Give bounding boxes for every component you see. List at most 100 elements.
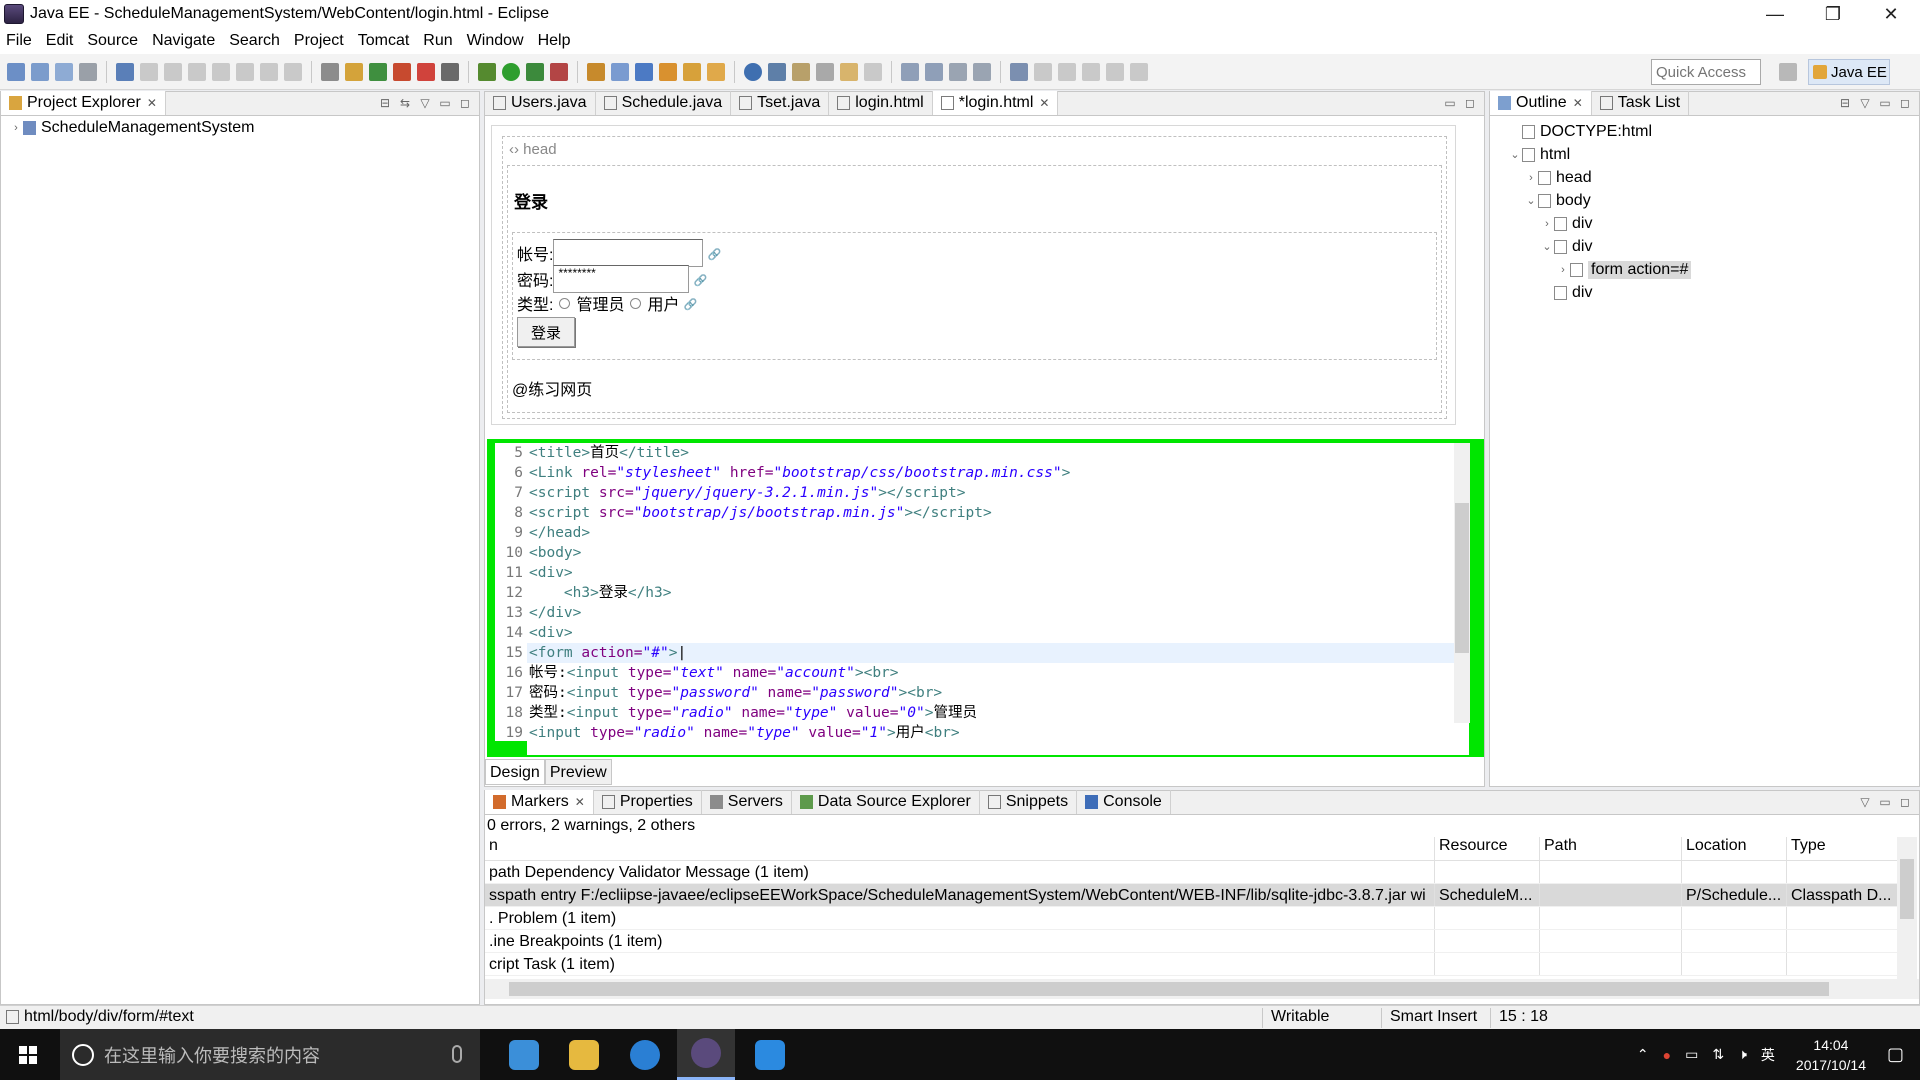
minimize-view-icon[interactable]: ▭ (1877, 96, 1893, 110)
table-row[interactable]: . Problem (1 item) (485, 907, 1897, 930)
markers-vertical-scrollbar[interactable] (1897, 837, 1917, 979)
code-line[interactable]: <h3>登录</h3> (527, 583, 1469, 603)
column-type[interactable]: Type (1787, 837, 1897, 860)
chevron-icon[interactable]: › (1556, 264, 1570, 276)
suspend-icon[interactable] (164, 62, 182, 81)
minimize-view-icon[interactable]: ▭ (1877, 795, 1893, 809)
column-path[interactable]: Path (1540, 837, 1682, 860)
debug-icon[interactable] (478, 62, 496, 81)
tab-servers[interactable]: Servers (702, 790, 792, 814)
open-perspective-icon[interactable] (1779, 63, 1797, 81)
minimize-view-icon[interactable]: ▭ (1442, 96, 1458, 110)
table-row[interactable]: path Dependency Validator Message (1 ite… (485, 861, 1897, 884)
layout-horizontal-icon[interactable] (925, 62, 943, 81)
security-icon[interactable]: ● (1663, 1047, 1671, 1063)
new-icon[interactable] (7, 62, 25, 81)
taskbar-app-store[interactable] (741, 1029, 799, 1080)
outline-node[interactable]: ⌄ div (1490, 235, 1919, 258)
code-line[interactable]: </head> (527, 523, 1469, 543)
search-icon[interactable] (707, 62, 725, 81)
taskbar-app-explorer[interactable] (555, 1029, 613, 1080)
chevron-icon[interactable]: ⌄ (1508, 148, 1522, 161)
battery-icon[interactable]: ▭ (1685, 1046, 1698, 1063)
menu-search[interactable]: Search (229, 32, 280, 50)
code-line[interactable]: <div> (527, 563, 1469, 583)
font-larger-icon[interactable] (1130, 62, 1148, 81)
code-editor[interactable]: <title>首页</title> <Link rel="stylesheet" … (527, 443, 1469, 741)
open-type-icon[interactable] (659, 62, 677, 81)
web-service-icon[interactable] (345, 62, 363, 81)
body-region[interactable]: 登录 帐号: 🔗 密码: ******** 🔗 类型: 管理员 用户 🔗 登录 … (507, 165, 1442, 413)
tab-preview[interactable]: Preview (544, 759, 612, 785)
underline-icon[interactable] (1034, 62, 1052, 81)
forward-icon[interactable] (864, 62, 882, 81)
save-all-icon[interactable] (55, 62, 73, 81)
coverage-icon[interactable] (526, 62, 544, 81)
run-icon[interactable] (502, 62, 520, 81)
skip-breakpoints-icon[interactable] (116, 62, 134, 81)
login-button[interactable]: 登录 (517, 317, 575, 347)
outline-node[interactable]: › div (1490, 212, 1919, 235)
maximize-view-icon[interactable]: ◻ (1897, 96, 1913, 110)
server-icon[interactable] (441, 62, 459, 81)
chevron-icon[interactable]: ⌄ (1524, 194, 1538, 207)
restore-button[interactable]: ❐ (1804, 0, 1862, 28)
tab-users-java[interactable]: Users.java (485, 91, 596, 115)
menu-window[interactable]: Window (467, 32, 524, 50)
menu-tomcat[interactable]: Tomcat (358, 32, 410, 50)
tab-login-html-dirty[interactable]: *login.html ✕ (932, 91, 1059, 115)
menu-file[interactable]: File (6, 32, 32, 50)
start-button[interactable] (0, 1029, 56, 1080)
italic-icon[interactable] (1082, 62, 1100, 81)
form-region[interactable]: 帐号: 🔗 密码: ******** 🔗 类型: 管理员 用户 🔗 登录 (512, 232, 1437, 360)
microphone-icon[interactable] (452, 1045, 462, 1063)
new-java-project-icon[interactable] (587, 62, 605, 81)
chevron-icon[interactable]: ⌄ (1540, 240, 1554, 253)
radio-user[interactable] (630, 297, 642, 309)
code-line[interactable]: 帐号:<input type="text" name="account"><br… (527, 663, 1469, 683)
step-return-icon[interactable] (284, 62, 302, 81)
tab-login-html[interactable]: login.html (829, 91, 933, 115)
volume-icon[interactable]: 🕨 (1738, 1046, 1747, 1063)
tab-markers[interactable]: Markers ✕ (485, 790, 594, 814)
paragraph-icon[interactable] (1010, 62, 1028, 81)
source-only-icon[interactable] (973, 62, 991, 81)
code-line[interactable]: <input type="radio" name="type" value="1… (527, 723, 1469, 741)
perspective-java-ee[interactable]: Java EE (1808, 59, 1890, 85)
code-line[interactable]: <script src="jquery/jquery-3.2.1.min.js"… (527, 483, 1469, 503)
view-menu-icon[interactable]: ▽ (417, 96, 433, 110)
taskbar-clock[interactable]: 14:04 2017/10/14 (1796, 1035, 1866, 1075)
outline-node[interactable]: › form action=# (1490, 258, 1919, 281)
view-menu-icon[interactable]: ▽ (1857, 96, 1873, 110)
outline-node[interactable]: div (1490, 281, 1919, 304)
head-region[interactable]: ‹› head 登录 帐号: 🔗 密码: ******** 🔗 类型: 管理员 … (502, 136, 1447, 419)
maximize-view-icon[interactable]: ◻ (457, 96, 473, 110)
editor-horizontal-scrollbar[interactable] (527, 741, 1469, 755)
step-into-icon[interactable] (236, 62, 254, 81)
tab-data-source-explorer[interactable]: Data Source Explorer (792, 790, 980, 814)
quick-access-input[interactable] (1651, 59, 1761, 85)
code-line[interactable]: <div> (527, 623, 1469, 643)
tab-snippets[interactable]: Snippets (980, 790, 1078, 814)
bold-icon[interactable] (1058, 62, 1076, 81)
tree-item-project[interactable]: › ScheduleManagementSystem (1, 116, 479, 139)
link-editor-icon[interactable]: ⇆ (397, 96, 413, 110)
markers-horizontal-scrollbar[interactable] (485, 979, 1919, 999)
terminate-icon[interactable] (188, 62, 206, 81)
globe-icon[interactable] (744, 62, 762, 81)
close-icon[interactable]: ✕ (575, 795, 585, 809)
resume-icon[interactable] (140, 62, 158, 81)
menu-run[interactable]: Run (423, 32, 452, 50)
collapse-all-icon[interactable]: ⊟ (1837, 96, 1853, 110)
new-class-icon[interactable] (635, 62, 653, 81)
next-annotation-icon[interactable] (792, 62, 810, 81)
back-icon[interactable] (840, 62, 858, 81)
close-button[interactable]: ✕ (1862, 0, 1920, 28)
close-icon[interactable]: ✕ (1573, 96, 1583, 110)
password-input[interactable]: ******** (553, 265, 690, 293)
code-line[interactable]: 密码:<input type="password" name="password… (527, 683, 1469, 703)
tab-schedule-java[interactable]: Schedule.java (596, 91, 732, 115)
chevron-right-icon[interactable]: › (9, 122, 23, 134)
minimize-view-icon[interactable]: ▭ (437, 96, 453, 110)
tab-task-list[interactable]: Task List (1592, 91, 1690, 115)
